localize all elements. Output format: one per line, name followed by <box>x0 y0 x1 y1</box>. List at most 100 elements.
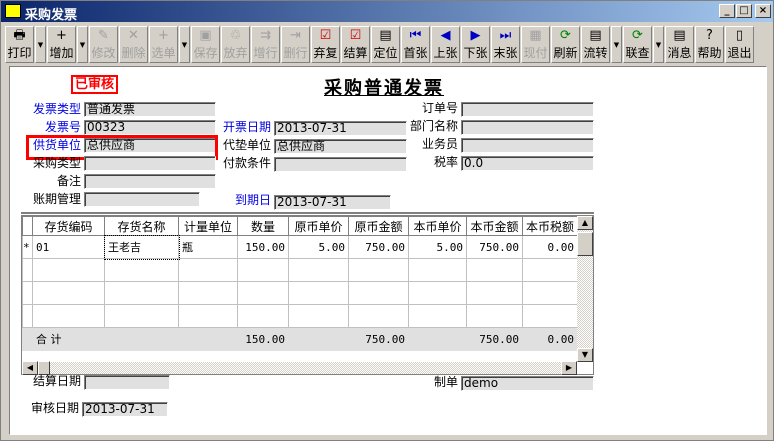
toolbar-button-16[interactable]: ▦ 现付 <box>521 26 550 63</box>
table-cell[interactable] <box>288 258 349 282</box>
toolbar-dropdown-19[interactable]: ▼ <box>653 26 664 63</box>
column-header[interactable]: 本币单价 <box>408 216 467 236</box>
minimize-button[interactable]: _ <box>719 4 735 18</box>
column-header[interactable]: 本币金额 <box>466 216 523 236</box>
scroll-down-icon[interactable]: ▼ <box>577 348 593 362</box>
table-cell[interactable] <box>104 258 179 282</box>
audit-date-field[interactable]: 2013-07-31 <box>82 402 168 417</box>
table-cell[interactable] <box>466 258 523 282</box>
maximize-button[interactable]: □ <box>736 4 752 18</box>
hscroll-thumb[interactable] <box>38 361 50 375</box>
invoice-no-field[interactable]: 00323 <box>84 120 216 135</box>
scroll-up-icon[interactable]: ▲ <box>577 216 593 230</box>
column-header[interactable]: 存货编码 <box>32 216 105 236</box>
horizontal-scrollbar[interactable]: ◀ ▶ <box>22 361 577 375</box>
vertical-scrollbar[interactable]: ▲ ▼ <box>577 216 593 362</box>
table-cell[interactable] <box>348 281 409 305</box>
column-header[interactable]: 原币金额 <box>348 216 409 236</box>
table-cell[interactable]: 0.00 <box>522 235 578 259</box>
remark-field[interactable] <box>84 174 216 189</box>
table-cell[interactable] <box>22 258 33 282</box>
toolbar-button-19[interactable]: ⟳ 联查 <box>623 26 652 63</box>
table-cell[interactable] <box>408 281 467 305</box>
column-header[interactable]: 本币税额 <box>522 216 578 236</box>
table-cell[interactable]: 750.00 <box>466 235 523 259</box>
scroll-left-icon[interactable]: ◀ <box>22 361 38 375</box>
purchase-type-field[interactable] <box>84 156 216 171</box>
table-cell[interactable] <box>408 304 467 328</box>
toolbar-button-12[interactable]: ⏮ 首张 <box>401 26 430 63</box>
toolbar-button-17[interactable]: ⟳ 刷新 <box>551 26 580 63</box>
table-cell[interactable] <box>522 258 578 282</box>
table-cell[interactable] <box>22 281 33 305</box>
toolbar-button-14[interactable]: ▶ 下张 <box>461 26 490 63</box>
table-cell[interactable]: 01 <box>32 235 105 259</box>
table-cell[interactable] <box>32 304 105 328</box>
table-cell[interactable] <box>288 304 349 328</box>
table-cell[interactable]: 瓶 <box>178 235 238 259</box>
table-cell[interactable] <box>32 258 105 282</box>
table-cell[interactable] <box>104 281 179 305</box>
toolbar-button-1[interactable]: + 增加 <box>47 26 76 63</box>
table-cell[interactable] <box>288 281 349 305</box>
table-row-empty[interactable] <box>22 281 578 305</box>
table-row-empty[interactable] <box>22 258 578 282</box>
table-cell[interactable] <box>178 281 238 305</box>
table-cell[interactable]: 5.00 <box>408 235 467 259</box>
period-mgmt-field[interactable] <box>84 192 200 207</box>
toolbar-button-5[interactable]: ▣ 保存 <box>191 26 220 63</box>
due-date-field[interactable]: 2013-07-31 <box>274 195 391 210</box>
toolbar-button-9[interactable]: ☑ 弃复 <box>311 26 340 63</box>
table-cell[interactable] <box>466 304 523 328</box>
column-header[interactable]: 数量 <box>237 216 289 236</box>
table-cell[interactable] <box>237 281 289 305</box>
row-marker[interactable]: * <box>22 235 33 259</box>
table-cell[interactable] <box>522 281 578 305</box>
maker-field[interactable]: demo <box>461 376 594 391</box>
table-cell[interactable] <box>178 304 238 328</box>
table-cell[interactable] <box>22 304 33 328</box>
toolbar-button-6[interactable]: ♲ 放弃 <box>221 26 250 63</box>
table-cell[interactable] <box>178 258 238 282</box>
table-cell[interactable]: 王老吉 <box>103 234 180 260</box>
toolbar-button-13[interactable]: ◀ 上张 <box>431 26 460 63</box>
toolbar-button-11[interactable]: ▤ 定位 <box>371 26 400 63</box>
table-cell[interactable] <box>104 304 179 328</box>
toolbar-button-20[interactable]: ▤ 消息 <box>665 26 694 63</box>
column-header[interactable]: 原币单价 <box>288 216 349 236</box>
table-cell[interactable]: 750.00 <box>348 235 409 259</box>
table-cell[interactable] <box>348 304 409 328</box>
table-row-empty[interactable] <box>22 304 578 328</box>
toolbar-dropdown-18[interactable]: ▼ <box>611 26 622 63</box>
table-cell[interactable] <box>237 258 289 282</box>
toolbar-dropdown-0[interactable]: ▼ <box>35 26 46 63</box>
close-button[interactable]: × <box>755 4 771 18</box>
table-cell[interactable] <box>466 281 523 305</box>
scroll-right-icon[interactable]: ▶ <box>561 361 577 375</box>
scroll-thumb[interactable] <box>577 232 593 256</box>
table-cell[interactable]: 5.00 <box>288 235 349 259</box>
toolbar-button-21[interactable]: ? 帮助 <box>695 26 724 63</box>
table-cell[interactable] <box>348 258 409 282</box>
tax-rate-field[interactable]: 0.0 <box>461 156 594 171</box>
table-row[interactable]: * 01 王老吉瓶 150.00 5.00 750.00 5.00 750.00 0.00 <box>22 234 578 260</box>
department-field[interactable] <box>461 120 594 135</box>
column-header[interactable]: 计量单位 <box>178 216 238 236</box>
toolbar-button-2[interactable]: ✎ 修改 <box>89 26 118 63</box>
table-cell[interactable]: 150.00 <box>237 235 289 259</box>
toolbar-button-4[interactable]: + 选单 <box>149 26 178 63</box>
table-cell[interactable] <box>408 258 467 282</box>
toolbar-dropdown-4[interactable]: ▼ <box>179 26 190 63</box>
toolbar-button-10[interactable]: ☑ 结算 <box>341 26 370 63</box>
toolbar-button-18[interactable]: ▤ 流转 <box>581 26 610 63</box>
table-cell[interactable] <box>237 304 289 328</box>
settle-date-field[interactable] <box>84 375 170 390</box>
toolbar-button-0[interactable]: 🖶 打印 <box>5 26 34 63</box>
column-header[interactable]: 存货名称 <box>104 216 179 236</box>
toolbar-button-8[interactable]: ⇥ 删行 <box>281 26 310 63</box>
salesman-field[interactable] <box>461 138 594 153</box>
table-cell[interactable] <box>32 281 105 305</box>
toolbar-button-15[interactable]: ⏭ 末张 <box>491 26 520 63</box>
toolbar-button-3[interactable]: ✕ 删除 <box>119 26 148 63</box>
toolbar-dropdown-1[interactable]: ▼ <box>77 26 88 63</box>
